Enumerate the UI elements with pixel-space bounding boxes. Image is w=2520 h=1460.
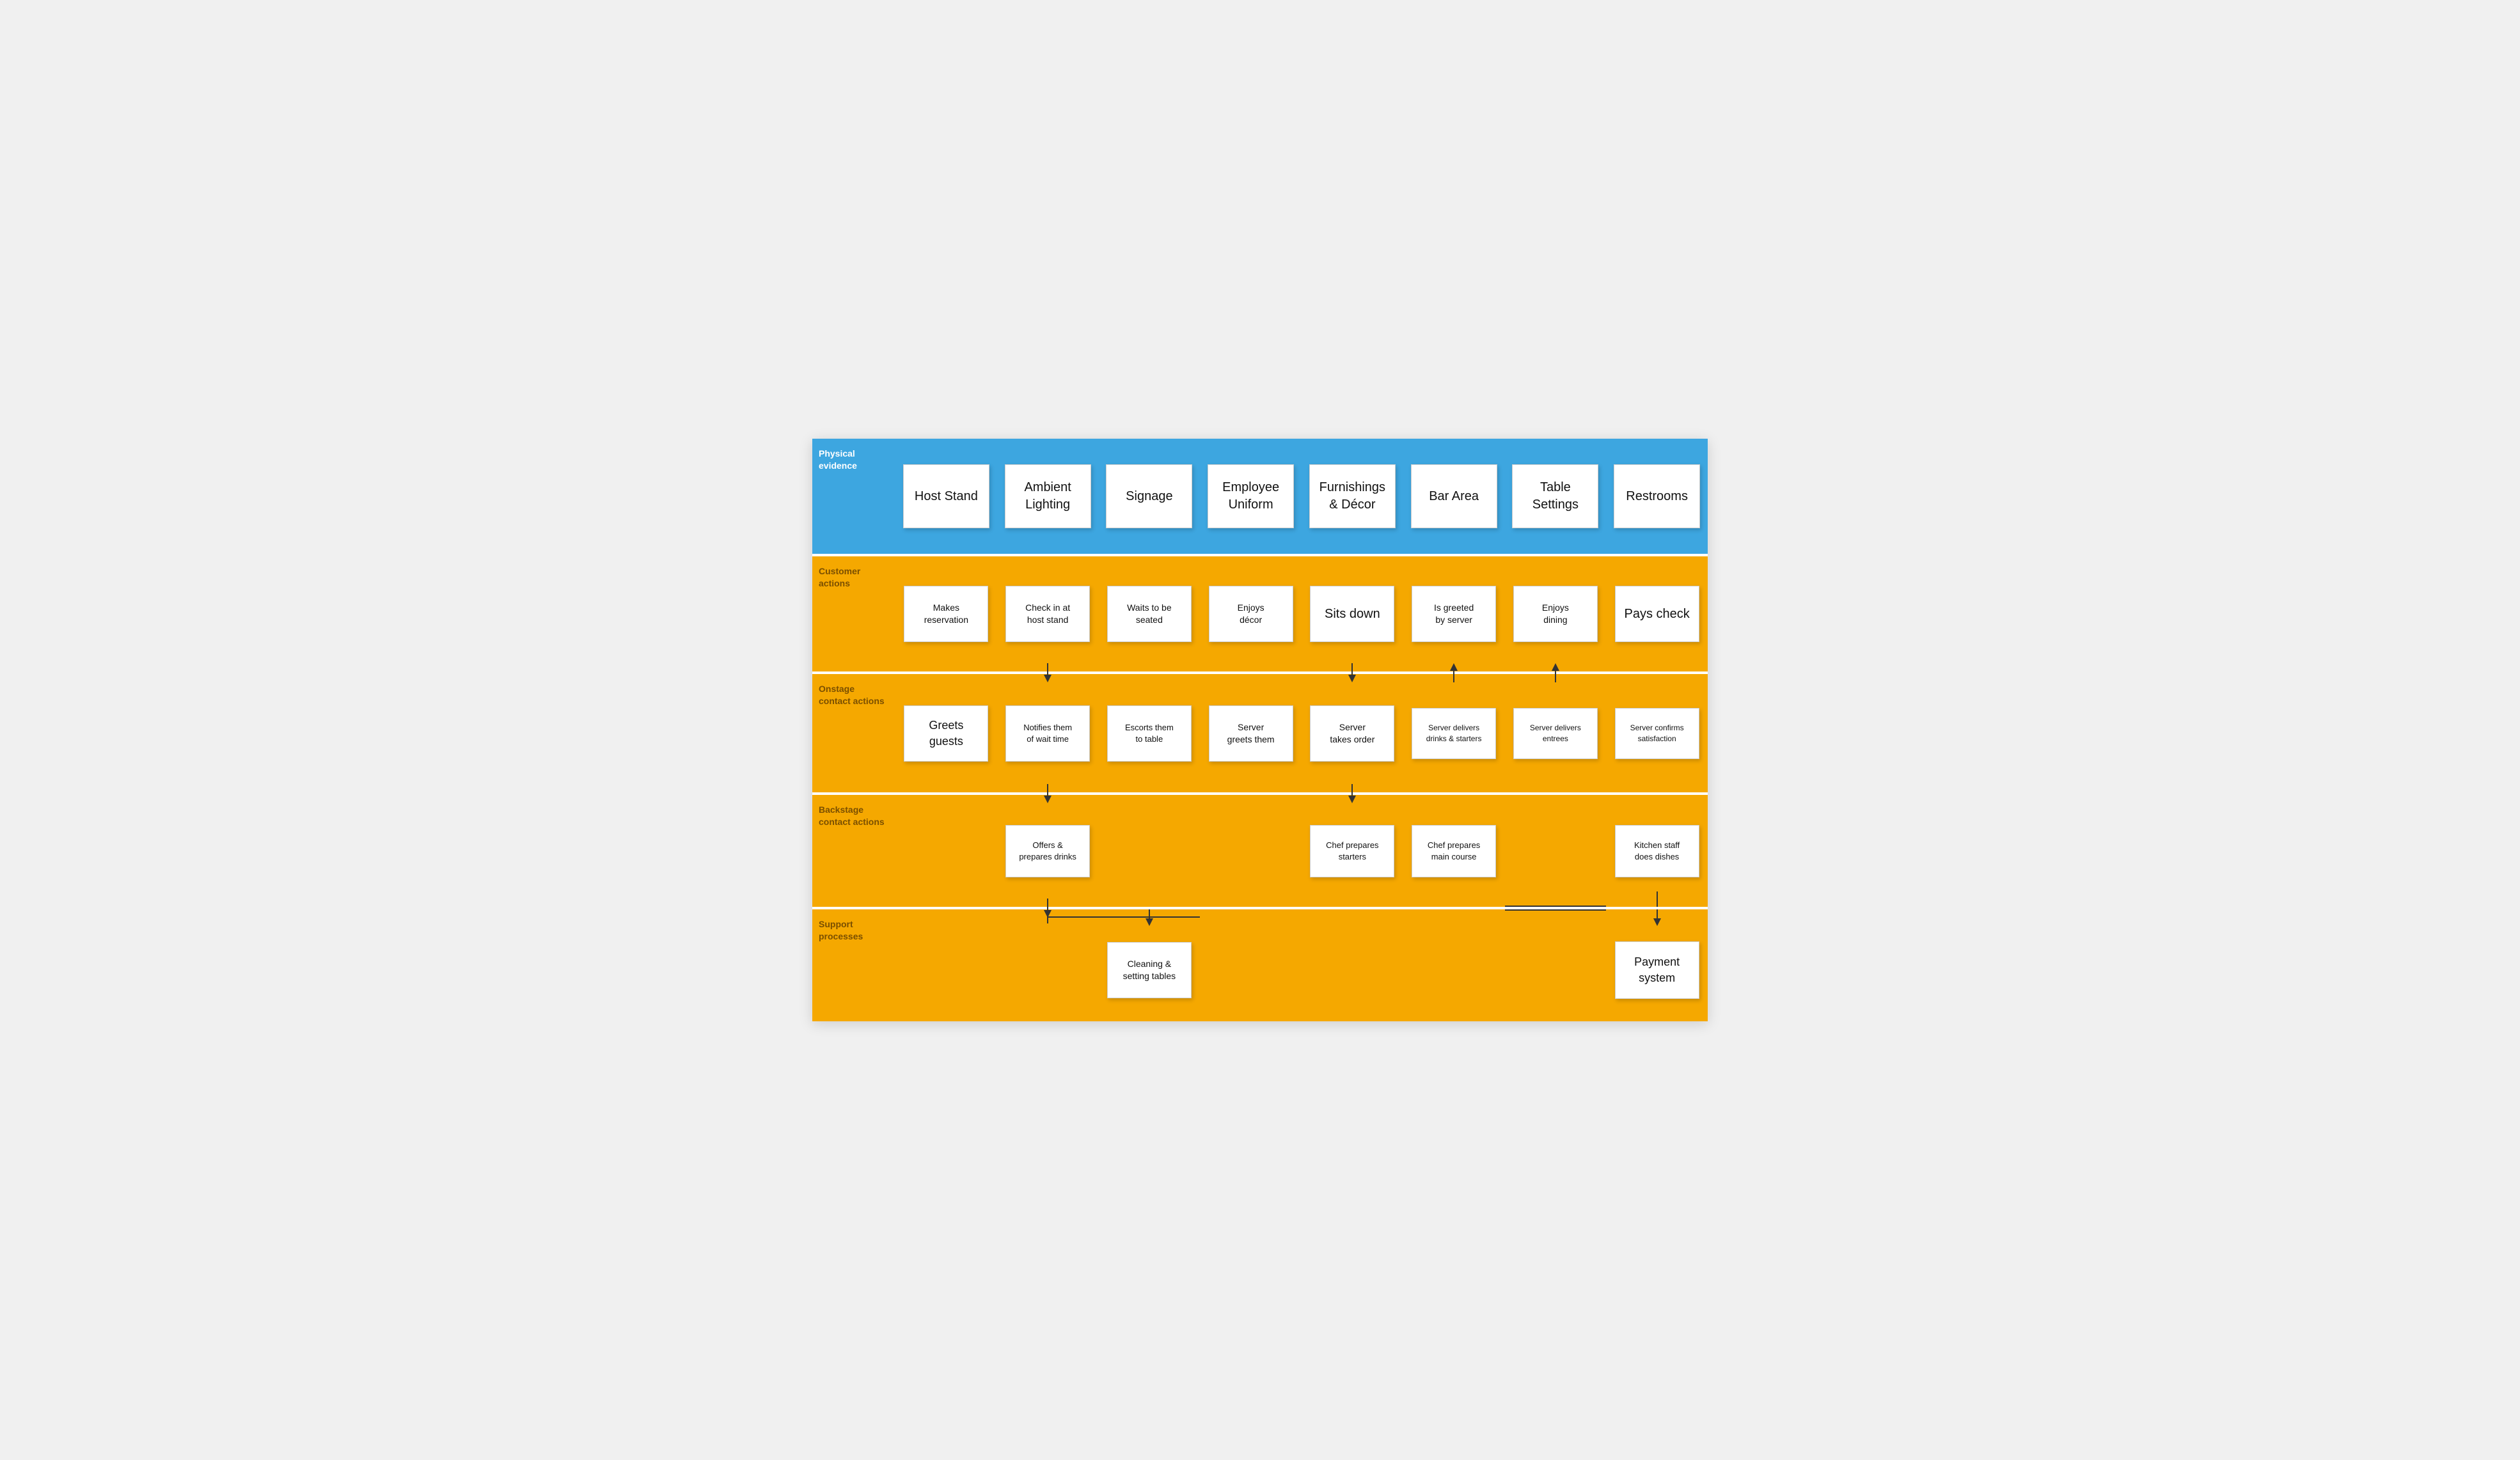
ca-col-5: Is greetedby server (1403, 556, 1505, 671)
card-payment-system: Paymentsystem (1615, 941, 1699, 999)
support-col-7: Paymentsystem (1606, 909, 1708, 1021)
onstage-col-6: Server deliversentrees (1505, 674, 1607, 792)
backstage-col-3 (1200, 795, 1302, 907)
card-greeted-server: Is greetedby server (1412, 586, 1496, 642)
card-ambient-lighting: AmbientLighting (1005, 464, 1091, 528)
card-chef-starters: Chef preparesstarters (1310, 825, 1394, 877)
support-col-1 (997, 909, 1099, 1021)
card-enjoys-decor: Enjoysdécor (1209, 586, 1293, 642)
backstage-col-4: Chef preparesstarters (1302, 795, 1403, 907)
pe-col-1: AmbientLighting (997, 439, 1099, 554)
support-col-6 (1505, 909, 1607, 1021)
onstage-col-2: Escorts themto table (1099, 674, 1201, 792)
arrow-to-cleaning (1143, 909, 1156, 929)
backstage-col-5: Chef preparesmain course (1403, 795, 1505, 907)
onstage-col-7: Server confirmssatisfaction (1606, 674, 1708, 792)
backstage-col-1: Offers &prepares drinks (997, 795, 1099, 907)
card-escorts: Escorts themto table (1107, 705, 1192, 762)
card-greets-guests: Greetsguests (904, 705, 988, 762)
card-check-in: Check in athost stand (1005, 586, 1090, 642)
backstage-col-2 (1099, 795, 1201, 907)
backstage-row: Backstagecontact actions Offers &prepare… (812, 795, 1708, 907)
customer-actions-row: Customeractions Makesreservation Check i… (812, 556, 1708, 671)
onstage-col-0: Greetsguests (895, 674, 997, 792)
card-kitchen-staff: Kitchen staffdoes dishes (1615, 825, 1699, 877)
card-makes-reservation: Makesreservation (904, 586, 988, 642)
pe-col-4: Furnishings& Décor (1302, 439, 1403, 554)
pe-col-6: TableSettings (1505, 439, 1607, 554)
onstage-col-5: Server deliversdrinks & starters (1403, 674, 1505, 792)
card-host-stand: Host Stand (903, 464, 989, 528)
support-col-5 (1403, 909, 1505, 1021)
physical-evidence-label: Physical evidence (812, 439, 895, 554)
arrow-up-6 (1549, 663, 1562, 686)
ca-col-3: Enjoysdécor (1200, 556, 1302, 671)
card-signage: Signage (1106, 464, 1192, 528)
ca-col-4: Sits down (1302, 556, 1403, 671)
card-furnishings: Furnishings& Décor (1309, 464, 1396, 528)
card-server-takes-order: Servertakes order (1310, 705, 1394, 762)
onstage-label: Onstagecontact actions (812, 674, 895, 792)
card-bar-area: Bar Area (1411, 464, 1497, 528)
pe-col-5: Bar Area (1403, 439, 1505, 554)
backstage-col-6 (1505, 795, 1607, 907)
onstage-col-1: Notifies themof wait time (997, 674, 1099, 792)
backstage-col-0 (895, 795, 997, 907)
arrow-down-1 (1041, 663, 1054, 686)
support-col-2: Cleaning &setting tables (1099, 909, 1201, 1021)
backstage-label: Backstagecontact actions (812, 795, 895, 907)
pe-col-3: EmployeeUniform (1200, 439, 1302, 554)
card-waits: Waits to beseated (1107, 586, 1192, 642)
arrow-up-5 (1447, 663, 1460, 686)
arrow-down-backstage-1 (1041, 899, 1054, 921)
card-offers-drinks: Offers &prepares drinks (1005, 825, 1090, 877)
physical-evidence-row: Physical evidence Host Stand AmbientLigh… (812, 439, 1708, 554)
card-notifies-wait: Notifies themof wait time (1005, 705, 1090, 762)
card-employee-uniform: EmployeeUniform (1208, 464, 1294, 528)
arrow-to-payment (1651, 909, 1664, 929)
support-col-4 (1302, 909, 1403, 1021)
card-server-delivers-drinks: Server deliversdrinks & starters (1412, 708, 1496, 759)
card-server-greets: Servergreets them (1209, 705, 1293, 762)
card-cleaning: Cleaning &setting tables (1107, 942, 1192, 998)
card-table-settings: TableSettings (1512, 464, 1598, 528)
card-server-delivers-entrees: Server deliversentrees (1513, 708, 1598, 759)
ca-col-0: Makesreservation (895, 556, 997, 671)
backstage-col-7: Kitchen staffdoes dishes (1606, 795, 1708, 907)
card-restrooms: Restrooms (1614, 464, 1700, 528)
onstage-col-4: Servertakes order (1302, 674, 1403, 792)
blueprint-diagram: Physical evidence Host Stand AmbientLigh… (812, 439, 1708, 1021)
arrow-down-onstage-4 (1346, 784, 1358, 806)
pe-col-0: Host Stand (895, 439, 997, 554)
pe-col-2: Signage (1099, 439, 1201, 554)
ca-col-1: Check in athost stand (997, 556, 1099, 671)
ca-col-7: Pays check (1606, 556, 1708, 671)
support-col-3 (1200, 909, 1302, 1021)
support-col-0 (895, 909, 997, 1021)
support-label: Supportprocesses (812, 909, 895, 1021)
pe-col-7: Restrooms (1606, 439, 1708, 554)
support-row: Supportprocesses Cleaning &setting table… (812, 909, 1708, 1021)
card-sits-down: Sits down (1310, 586, 1394, 642)
onstage-col-3: Servergreets them (1200, 674, 1302, 792)
ca-col-6: Enjoysdining (1505, 556, 1607, 671)
card-server-confirms: Server confirmssatisfaction (1615, 708, 1699, 759)
card-chef-main: Chef preparesmain course (1412, 825, 1496, 877)
card-enjoys-dining: Enjoysdining (1513, 586, 1598, 642)
ca-col-2: Waits to beseated (1099, 556, 1201, 671)
customer-actions-label: Customeractions (812, 556, 895, 671)
onstage-row: Onstagecontact actions Greetsguests Noti… (812, 674, 1708, 792)
card-pays-check: Pays check (1615, 586, 1699, 642)
arrow-down-4 (1346, 663, 1358, 686)
arrow-down-onstage-1 (1041, 784, 1054, 806)
